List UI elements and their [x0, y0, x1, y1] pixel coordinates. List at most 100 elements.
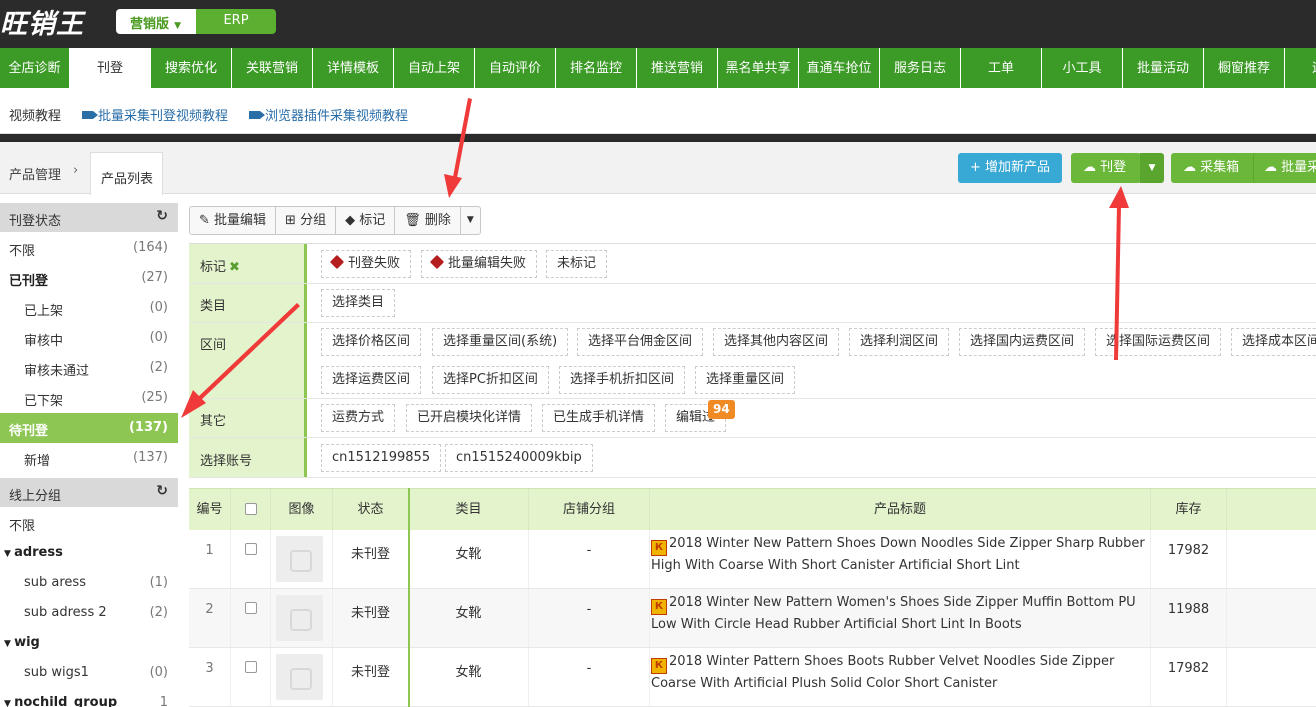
range-chip[interactable]: 选择运费区间 — [321, 366, 422, 394]
sitemap-icon: ⊞ — [285, 213, 301, 228]
delete-button[interactable]: 🗑 删除 — [395, 207, 461, 234]
edition-label: 营销版 — [130, 17, 170, 32]
range-chip[interactable]: 选择利润区间 — [849, 328, 950, 356]
range-chip[interactable]: 选择重量区间(系统) — [432, 328, 569, 356]
nav-item[interactable]: 自动上架 — [394, 48, 474, 88]
nav-item[interactable]: 工单 — [961, 48, 1041, 88]
sidebar-group-all[interactable]: 不限 — [0, 508, 178, 538]
clear-x-icon[interactable]: ✖ — [229, 260, 240, 275]
sidebar-group-adress[interactable]: ▼ adress — [0, 538, 178, 568]
breadcrumb-root[interactable]: 产品管理 — [9, 164, 61, 183]
nav-item[interactable]: 批量活动 — [1123, 48, 1203, 88]
batch-collect-button[interactable]: ☁ 批量采 — [1253, 153, 1316, 183]
row-stock: 17982 — [1151, 648, 1227, 706]
app-logo[interactable]: 旺销王 — [0, 2, 84, 41]
nav-item[interactable]: 关联营销 — [232, 48, 312, 88]
sidebar-item-listed[interactable]: 已上架 (0) — [0, 293, 178, 323]
account-chip[interactable]: cn1512199855 — [321, 444, 442, 472]
nav-item[interactable]: 小工具 — [1042, 48, 1122, 88]
row-status: 未刊登 — [333, 648, 409, 706]
nav-item[interactable]: 全店诊断 — [0, 48, 69, 88]
sidebar-group-nochild[interactable]: ▼ nochild_group 1 — [0, 688, 178, 707]
video-link-batch[interactable]: 批量采集刊登视频教程 — [82, 105, 228, 124]
item-label: 不限 — [9, 519, 36, 534]
range-chip[interactable]: 选择国际运费区间 — [1095, 328, 1222, 356]
range-chip[interactable]: 选择手机折扣区间 — [559, 366, 686, 394]
edition-dropdown[interactable]: 营销版 ▼ — [116, 9, 196, 34]
product-title[interactable]: К 2018 Winter Pattern Shoes Boots Rubber … — [651, 652, 1149, 694]
sidebar-item-rejected[interactable]: 审核未通过 (2) — [0, 353, 178, 383]
platform-badge-icon: К — [651, 658, 667, 674]
publish-dropdown-caret[interactable]: ▼ — [1140, 153, 1164, 183]
row-checkbox[interactable] — [244, 543, 257, 555]
product-thumbnail[interactable] — [276, 654, 323, 700]
account-chip[interactable]: cn1515240009kbip — [445, 444, 593, 472]
item-label: 已上架 — [24, 304, 64, 319]
product-title[interactable]: К 2018 Winter New Pattern Women's Shoes S… — [651, 593, 1149, 635]
table-row[interactable]: 1 未刊登 女靴 - К 2018 Winter New Pattern Shoe… — [189, 530, 1316, 589]
cloud-icon: ☁ — [1264, 160, 1282, 175]
more-dropdown-caret[interactable]: ▼ — [461, 207, 480, 234]
sidebar-item-published[interactable]: 已刊登 (27) — [0, 263, 178, 293]
item-count: (164) — [133, 240, 168, 255]
sidebar-item-reviewing[interactable]: 审核中 (0) — [0, 323, 178, 353]
table-row[interactable]: 2 未刊登 女靴 - К 2018 Winter New Pattern Wome… — [189, 589, 1316, 648]
row-checkbox[interactable] — [244, 602, 257, 614]
mark-chip-batch-edit-failed[interactable]: 批量编辑失败 — [421, 250, 538, 278]
range-chip[interactable]: 选择平台佣金区间 — [577, 328, 704, 356]
sidebar-group-sub-adress-2[interactable]: sub adress 2 (2) — [0, 598, 178, 628]
refresh-icon[interactable]: ↻ — [156, 483, 168, 499]
item-label: sub wigs1 — [24, 665, 89, 680]
item-label: sub adress 2 — [24, 605, 107, 620]
product-thumbnail[interactable] — [276, 536, 323, 582]
sidebar-item-pending[interactable]: 待刊登 (137) — [0, 413, 178, 443]
select-category-chip[interactable]: 选择类目 — [321, 289, 396, 317]
nav-item[interactable]: 自动评价 — [475, 48, 555, 88]
nav-item[interactable]: 排名监控 — [556, 48, 636, 88]
refresh-icon[interactable]: ↻ — [156, 208, 168, 224]
select-all-checkbox[interactable] — [244, 503, 257, 515]
other-chip-shipping[interactable]: 运费方式 — [321, 404, 396, 432]
sidebar-item-new[interactable]: 新增 (137) — [0, 443, 178, 473]
nav-item[interactable]: 搜索优化 — [151, 48, 231, 88]
filter-label-text: 标记 — [200, 260, 227, 275]
sidebar-group-wig[interactable]: ▼ wig — [0, 628, 178, 658]
add-product-button[interactable]: + 增加新产品 — [958, 153, 1062, 183]
nav-item[interactable]: 黑名单共享 — [718, 48, 798, 88]
range-chip[interactable]: 选择PC折扣区间 — [432, 366, 549, 394]
nav-item[interactable]: 服务日志 — [880, 48, 960, 88]
video-link-plugin[interactable]: 浏览器插件采集视频教程 — [249, 105, 408, 124]
publish-button[interactable]: ☁ 刊登 — [1071, 153, 1141, 183]
group-button[interactable]: ⊞ 分组 — [276, 207, 337, 234]
tab-product-list[interactable]: 产品列表 — [90, 152, 163, 195]
row-category: 女靴 — [409, 589, 529, 647]
other-chip-mobile-detail[interactable]: 已生成手机详情 — [542, 404, 656, 432]
sidebar-item-delisted[interactable]: 已下架 (25) — [0, 383, 178, 413]
row-checkbox[interactable] — [244, 661, 257, 673]
nav-item[interactable]: 运营 — [1285, 48, 1316, 88]
sidebar-group-sub-aress[interactable]: sub aress (1) — [0, 568, 178, 598]
range-chip[interactable]: 选择其他内容区间 — [713, 328, 840, 356]
delete-label: 删除 — [424, 213, 451, 228]
mark-chip-publish-failed[interactable]: 刊登失败 — [321, 250, 412, 278]
mark-button[interactable]: ◆ 标记 — [336, 207, 396, 234]
sidebar-group-sub-wigs1[interactable]: sub wigs1 (0) — [0, 658, 178, 688]
range-chip[interactable]: 选择国内运费区间 — [959, 328, 1086, 356]
sidebar-item-all[interactable]: 不限 (164) — [0, 233, 178, 263]
batch-edit-button[interactable]: ✎ 批量编辑 — [190, 207, 277, 234]
mark-chip-unmarked[interactable]: 未标记 — [546, 250, 608, 278]
erp-button[interactable]: ERP — [196, 9, 276, 34]
range-chip[interactable]: 选择价格区间 — [321, 328, 422, 356]
nav-item[interactable]: 橱窗推荐 — [1204, 48, 1284, 88]
nav-item[interactable]: 详情模板 — [313, 48, 393, 88]
nav-item-active[interactable]: 刊登 — [70, 48, 150, 88]
table-row[interactable]: 3 未刊登 女靴 - К 2018 Winter Pattern Shoes Bo… — [189, 648, 1316, 707]
nav-item[interactable]: 直通车抢位 — [799, 48, 879, 88]
range-chip[interactable]: 选择成本区间 — [1231, 328, 1316, 356]
range-chip[interactable]: 选择重量区间 — [695, 366, 796, 394]
product-title[interactable]: К 2018 Winter New Pattern Shoes Down Nood… — [651, 534, 1149, 576]
product-thumbnail[interactable] — [276, 595, 323, 641]
collect-box-button[interactable]: ☁ 采集箱 — [1171, 153, 1258, 183]
other-chip-modular-detail[interactable]: 已开启模块化详情 — [406, 404, 533, 432]
nav-item[interactable]: 推送营销 — [637, 48, 717, 88]
